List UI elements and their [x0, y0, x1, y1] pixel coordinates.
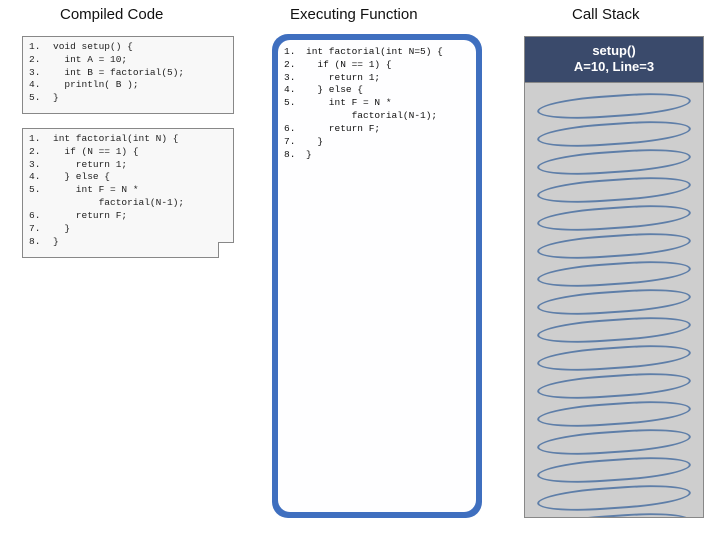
spring-coil	[536, 90, 691, 123]
spring-coil	[536, 370, 691, 403]
spring-coil	[536, 118, 691, 151]
compiled-setup-box: 1.void setup() { 2. int A = 10; 3. int B…	[22, 36, 234, 114]
stack-frame-title: setup()	[592, 43, 635, 59]
spring-coil	[536, 398, 691, 431]
page-fold-icon	[218, 242, 234, 258]
spring-coil	[536, 230, 691, 263]
spring-coil	[536, 454, 691, 487]
spring-coil	[536, 174, 691, 207]
stack-title: Call Stack	[572, 6, 640, 23]
executing-title: Executing Function	[290, 6, 418, 23]
stack-frame-detail: A=10, Line=3	[574, 59, 654, 75]
spring-coil	[536, 510, 691, 518]
spring-coil	[536, 314, 691, 347]
diagram-canvas: Compiled Code Executing Function Call St…	[0, 0, 720, 540]
stack-springs	[525, 81, 703, 517]
executing-code: 1.int factorial(int N=5) { 2. if (N == 1…	[278, 40, 476, 512]
spring-coil	[536, 202, 691, 235]
spring-coil	[536, 342, 691, 375]
executing-panel: 1.int factorial(int N=5) { 2. if (N == 1…	[272, 34, 482, 518]
spring-coil	[536, 482, 691, 515]
spring-coil	[536, 146, 691, 179]
compiled-title: Compiled Code	[60, 6, 163, 23]
call-stack: setup() A=10, Line=3	[524, 36, 704, 518]
stack-frame-setup: setup() A=10, Line=3	[524, 36, 704, 83]
compiled-factorial-box: 1.int factorial(int N) { 2. if (N == 1) …	[22, 128, 234, 258]
spring-coil	[536, 258, 691, 291]
spring-coil	[536, 426, 691, 459]
spring-coil	[536, 286, 691, 319]
